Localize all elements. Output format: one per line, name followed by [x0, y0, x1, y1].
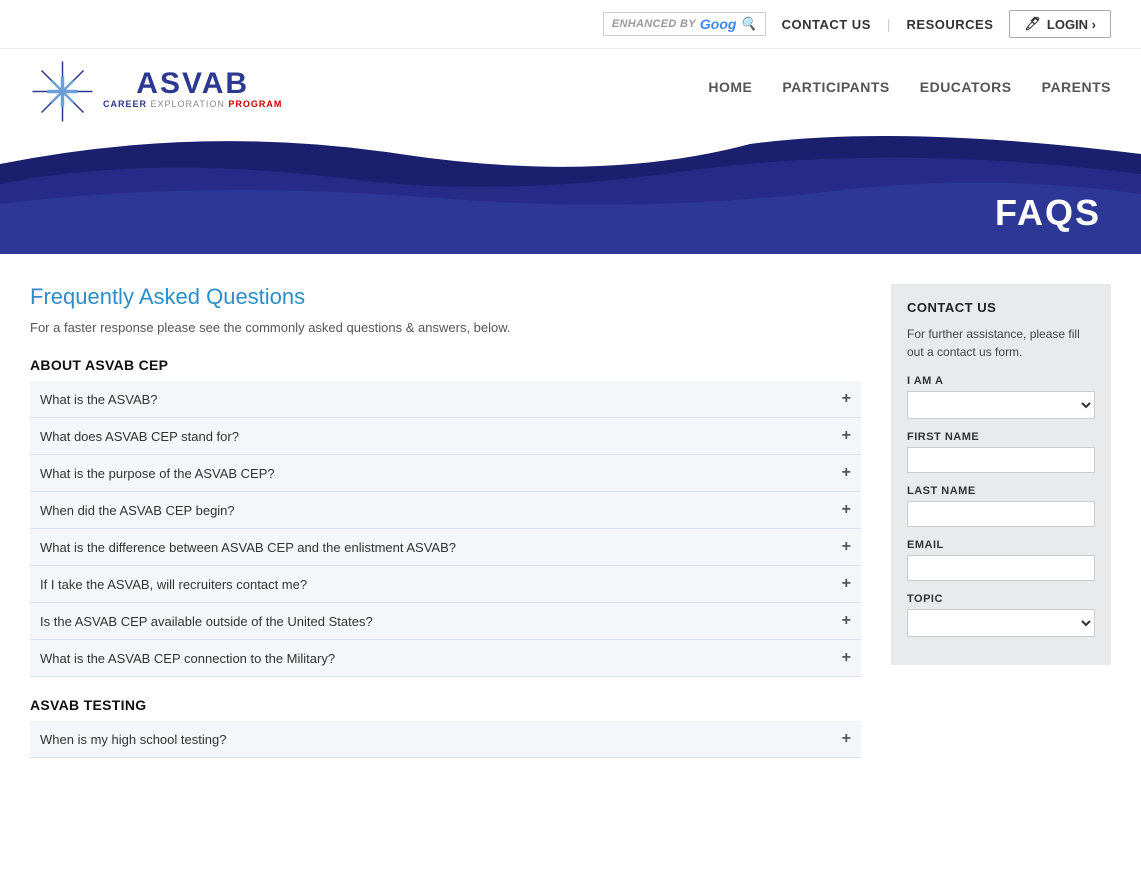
faq-expand-icon: +	[842, 612, 851, 630]
faq-expand-icon: +	[842, 427, 851, 445]
iam-label: I AM A	[907, 375, 1095, 387]
email-group: EMAIL	[907, 539, 1095, 581]
login-icon: 🖊	[1024, 16, 1041, 32]
header: ASVAB CAREER EXPLORATION PROGRAM HOME PA…	[0, 49, 1141, 124]
category-label-testing: ASVAB TESTING	[30, 697, 861, 713]
topic-group: TOPIC General Testing Results Technical	[907, 593, 1095, 637]
faq-expand-icon: +	[842, 501, 851, 519]
faq-expand-icon: +	[842, 538, 851, 556]
faq-expand-icon: +	[842, 730, 851, 748]
faq-item[interactable]: When is my high school testing? +	[30, 721, 861, 758]
email-input[interactable]	[907, 555, 1095, 581]
logo-area: ASVAB CAREER EXPLORATION PROGRAM	[30, 59, 282, 124]
wave-svg	[0, 124, 1141, 254]
faq-item[interactable]: What is the ASVAB? +	[30, 381, 861, 418]
faq-item[interactable]: What does ASVAB CEP stand for? +	[30, 418, 861, 455]
top-bar: ENHANCED BY Goog 🔍 CONTACT US | RESOURCE…	[0, 0, 1141, 49]
divider: |	[887, 16, 891, 32]
main-content: Frequently Asked Questions For a faster …	[0, 254, 1141, 788]
contact-box-title: CONTACT US	[907, 300, 1095, 315]
faq-item[interactable]: When did the ASVAB CEP begin? +	[30, 492, 861, 529]
faq-item[interactable]: What is the purpose of the ASVAB CEP? +	[30, 455, 861, 492]
faq-item[interactable]: What is the difference between ASVAB CEP…	[30, 529, 861, 566]
iam-select[interactable]: Student Educator Parent Recruiter	[907, 391, 1095, 419]
contact-box: CONTACT US For further assistance, pleas…	[891, 284, 1111, 665]
logo-sub: CAREER EXPLORATION PROGRAM	[103, 99, 282, 109]
lastname-label: LAST NAME	[907, 485, 1095, 497]
nav-participants[interactable]: PARTICIPANTS	[782, 79, 889, 95]
iam-group: I AM A Student Educator Parent Recruiter	[907, 375, 1095, 419]
login-label: LOGIN ›	[1047, 17, 1096, 32]
firstname-group: FIRST NAME	[907, 431, 1095, 473]
faq-category-asvab-cep: ABOUT ASVAB CEP What is the ASVAB? + Wha…	[30, 357, 861, 677]
main-nav: HOME PARTICIPANTS EDUCATORS PARENTS	[708, 79, 1111, 105]
logo-asvab: ASVAB	[136, 69, 249, 99]
faq-intro: For a faster response please see the com…	[30, 320, 861, 335]
nav-educators[interactable]: EDUCATORS	[920, 79, 1012, 95]
resources-link[interactable]: RESOURCES	[907, 17, 994, 32]
firstname-input[interactable]	[907, 447, 1095, 473]
faq-category-testing: ASVAB TESTING When is my high school tes…	[30, 697, 861, 758]
faq-expand-icon: +	[842, 575, 851, 593]
contact-us-toplink[interactable]: CONTACT US	[782, 17, 871, 32]
logo-star-icon	[30, 59, 95, 124]
faq-item[interactable]: Is the ASVAB CEP available outside of th…	[30, 603, 861, 640]
faq-expand-icon: +	[842, 390, 851, 408]
faq-expand-icon: +	[842, 649, 851, 667]
nav-parents[interactable]: PARENTS	[1042, 79, 1111, 95]
login-button[interactable]: 🖊 LOGIN ›	[1009, 10, 1111, 38]
search-icon[interactable]: 🔍	[740, 16, 756, 32]
topic-label: TOPIC	[907, 593, 1095, 605]
faq-expand-icon: +	[842, 464, 851, 482]
category-label-asvab-cep: ABOUT ASVAB CEP	[30, 357, 861, 373]
email-label: EMAIL	[907, 539, 1095, 551]
nav-home[interactable]: HOME	[708, 79, 752, 95]
sidebar: CONTACT US For further assistance, pleas…	[891, 284, 1111, 758]
wave-banner: FAQS	[0, 124, 1141, 254]
logo-text: ASVAB CAREER EXPLORATION PROGRAM	[103, 69, 282, 109]
faq-item[interactable]: If I take the ASVAB, will recruiters con…	[30, 566, 861, 603]
faq-section: Frequently Asked Questions For a faster …	[30, 284, 861, 758]
faqs-title: FAQS	[995, 192, 1101, 234]
lastname-group: LAST NAME	[907, 485, 1095, 527]
contact-box-desc: For further assistance, please fill out …	[907, 325, 1095, 361]
lastname-input[interactable]	[907, 501, 1095, 527]
search-enhanced-label: ENHANCED BY	[612, 18, 696, 30]
faq-item[interactable]: What is the ASVAB CEP connection to the …	[30, 640, 861, 677]
topic-select[interactable]: General Testing Results Technical	[907, 609, 1095, 637]
firstname-label: FIRST NAME	[907, 431, 1095, 443]
search-box[interactable]: ENHANCED BY Goog 🔍	[603, 12, 766, 36]
search-google-text: Goog	[700, 16, 737, 32]
faq-heading: Frequently Asked Questions	[30, 284, 861, 310]
